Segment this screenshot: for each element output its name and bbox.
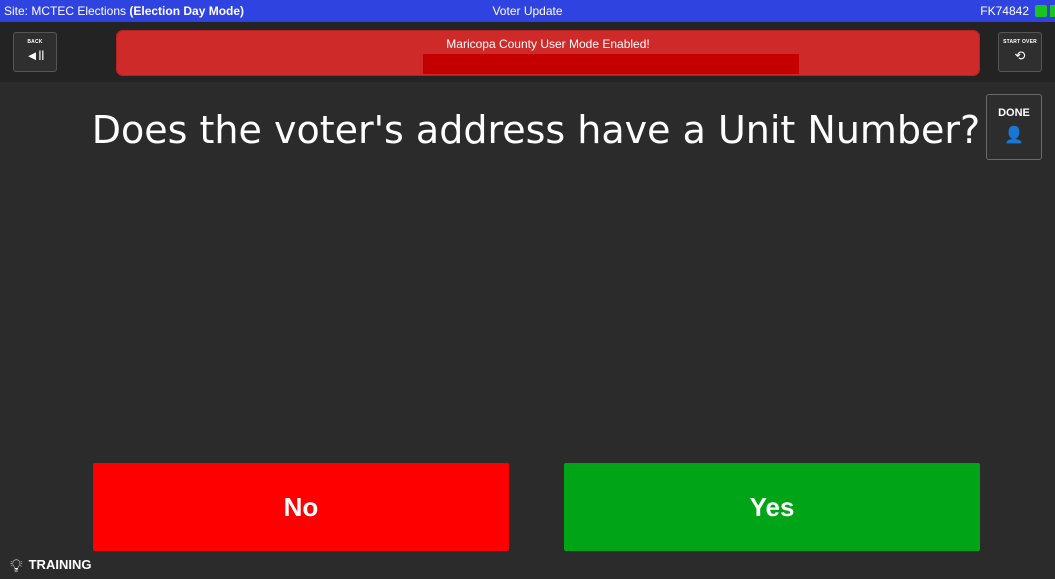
user-check-icon: 👤 — [1004, 127, 1024, 144]
question-text: Does the voter's address have a Unit Num… — [91, 108, 981, 152]
screen-title: Voter Update — [492, 4, 563, 18]
start-over-button[interactable]: START OVER ⟲ — [998, 32, 1042, 72]
toolbar: BACK ◄ll Maricopa County User Mode Enabl… — [0, 22, 1055, 82]
training-label: TRAINING — [28, 557, 92, 572]
status-bar: Site: MCTEC Elections (Election Day Mode… — [0, 0, 1055, 22]
banner-text: Maricopa County User Mode Enabled! — [446, 37, 650, 51]
no-button[interactable]: No — [93, 463, 509, 551]
yes-button[interactable]: Yes — [564, 463, 980, 551]
training-indicator: 💡︎ TRAINING — [10, 556, 91, 577]
start-over-label: START OVER — [1003, 39, 1037, 45]
done-label: DONE — [998, 107, 1030, 119]
back-button[interactable]: BACK ◄ll — [13, 32, 57, 72]
user-mode-banner: Maricopa County User Mode Enabled! — [116, 30, 980, 76]
done-button[interactable]: DONE 👤 — [986, 94, 1042, 160]
lightbulb-icon: 💡︎ — [10, 556, 23, 576]
back-icon: ◄ll — [25, 48, 45, 63]
battery-status-icon — [1050, 5, 1055, 17]
device-id: FK74842 — [980, 4, 1029, 18]
back-label: BACK — [27, 39, 43, 45]
banner-redaction-bar — [423, 54, 799, 74]
restart-icon: ⟲ — [1014, 48, 1026, 63]
connection-status-icon — [1035, 5, 1047, 17]
